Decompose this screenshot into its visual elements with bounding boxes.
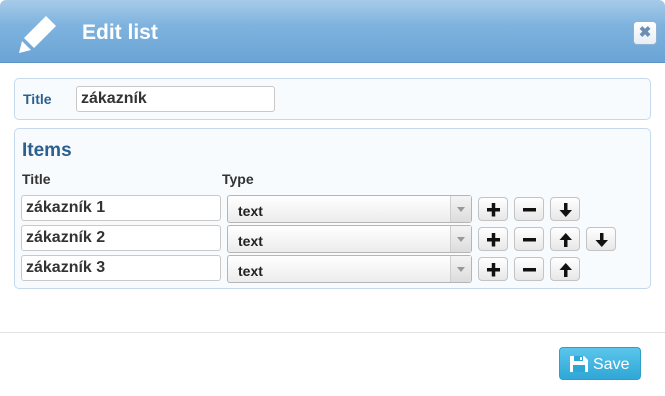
column-header-title: Title bbox=[22, 171, 51, 187]
items-panel: Items Title Type text text bbox=[14, 128, 651, 289]
plus-icon bbox=[487, 263, 500, 277]
item-type-value-1: text bbox=[238, 203, 263, 219]
move-down-button-2[interactable] bbox=[586, 227, 616, 251]
move-up-button-3[interactable] bbox=[550, 257, 580, 281]
arrow-down-icon bbox=[595, 233, 608, 247]
plus-icon bbox=[487, 233, 500, 247]
floppy-disk-icon bbox=[570, 356, 588, 372]
save-button-label: Save bbox=[593, 356, 630, 373]
close-button[interactable]: ✖ bbox=[633, 21, 657, 45]
title-input[interactable] bbox=[76, 86, 275, 112]
minus-icon bbox=[523, 238, 536, 242]
footer-divider bbox=[0, 332, 665, 333]
item-row-2: text bbox=[15, 225, 650, 253]
item-row-3: text bbox=[15, 255, 650, 283]
title-panel: Title bbox=[14, 78, 651, 120]
item-title-input-3[interactable] bbox=[21, 255, 221, 281]
item-title-input-2[interactable] bbox=[21, 225, 221, 251]
remove-item-button-3[interactable] bbox=[514, 257, 544, 281]
add-item-button-2[interactable] bbox=[478, 227, 508, 251]
save-button[interactable]: Save bbox=[559, 347, 641, 380]
close-icon: ✖ bbox=[638, 24, 652, 41]
item-type-value-3: text bbox=[238, 263, 263, 279]
dialog-title: Edit list bbox=[82, 21, 158, 44]
column-header-type: Type bbox=[222, 171, 254, 187]
items-heading: Items bbox=[22, 140, 72, 161]
pencil-icon bbox=[19, 16, 56, 53]
chevron-down-icon bbox=[450, 196, 471, 222]
minus-icon bbox=[523, 208, 536, 212]
title-label: Title bbox=[23, 91, 52, 107]
item-row-1: text bbox=[15, 195, 650, 223]
dialog-header: Edit list ✖ bbox=[0, 0, 665, 63]
move-down-button-1[interactable] bbox=[550, 197, 580, 221]
chevron-down-icon bbox=[450, 226, 471, 252]
remove-item-button-2[interactable] bbox=[514, 227, 544, 251]
chevron-down-icon bbox=[450, 256, 471, 282]
arrow-up-icon bbox=[559, 263, 572, 277]
add-item-button-1[interactable] bbox=[478, 197, 508, 221]
item-type-select-3[interactable]: text bbox=[227, 255, 472, 283]
remove-item-button-1[interactable] bbox=[514, 197, 544, 221]
item-type-value-2: text bbox=[238, 233, 263, 249]
item-type-select-2[interactable]: text bbox=[227, 225, 472, 253]
arrow-up-icon bbox=[559, 233, 572, 247]
plus-icon bbox=[487, 203, 500, 217]
add-item-button-3[interactable] bbox=[478, 257, 508, 281]
move-up-button-2[interactable] bbox=[550, 227, 580, 251]
minus-icon bbox=[523, 268, 536, 272]
item-title-input-1[interactable] bbox=[21, 195, 221, 221]
arrow-down-icon bbox=[559, 203, 572, 217]
item-type-select-1[interactable]: text bbox=[227, 195, 472, 223]
